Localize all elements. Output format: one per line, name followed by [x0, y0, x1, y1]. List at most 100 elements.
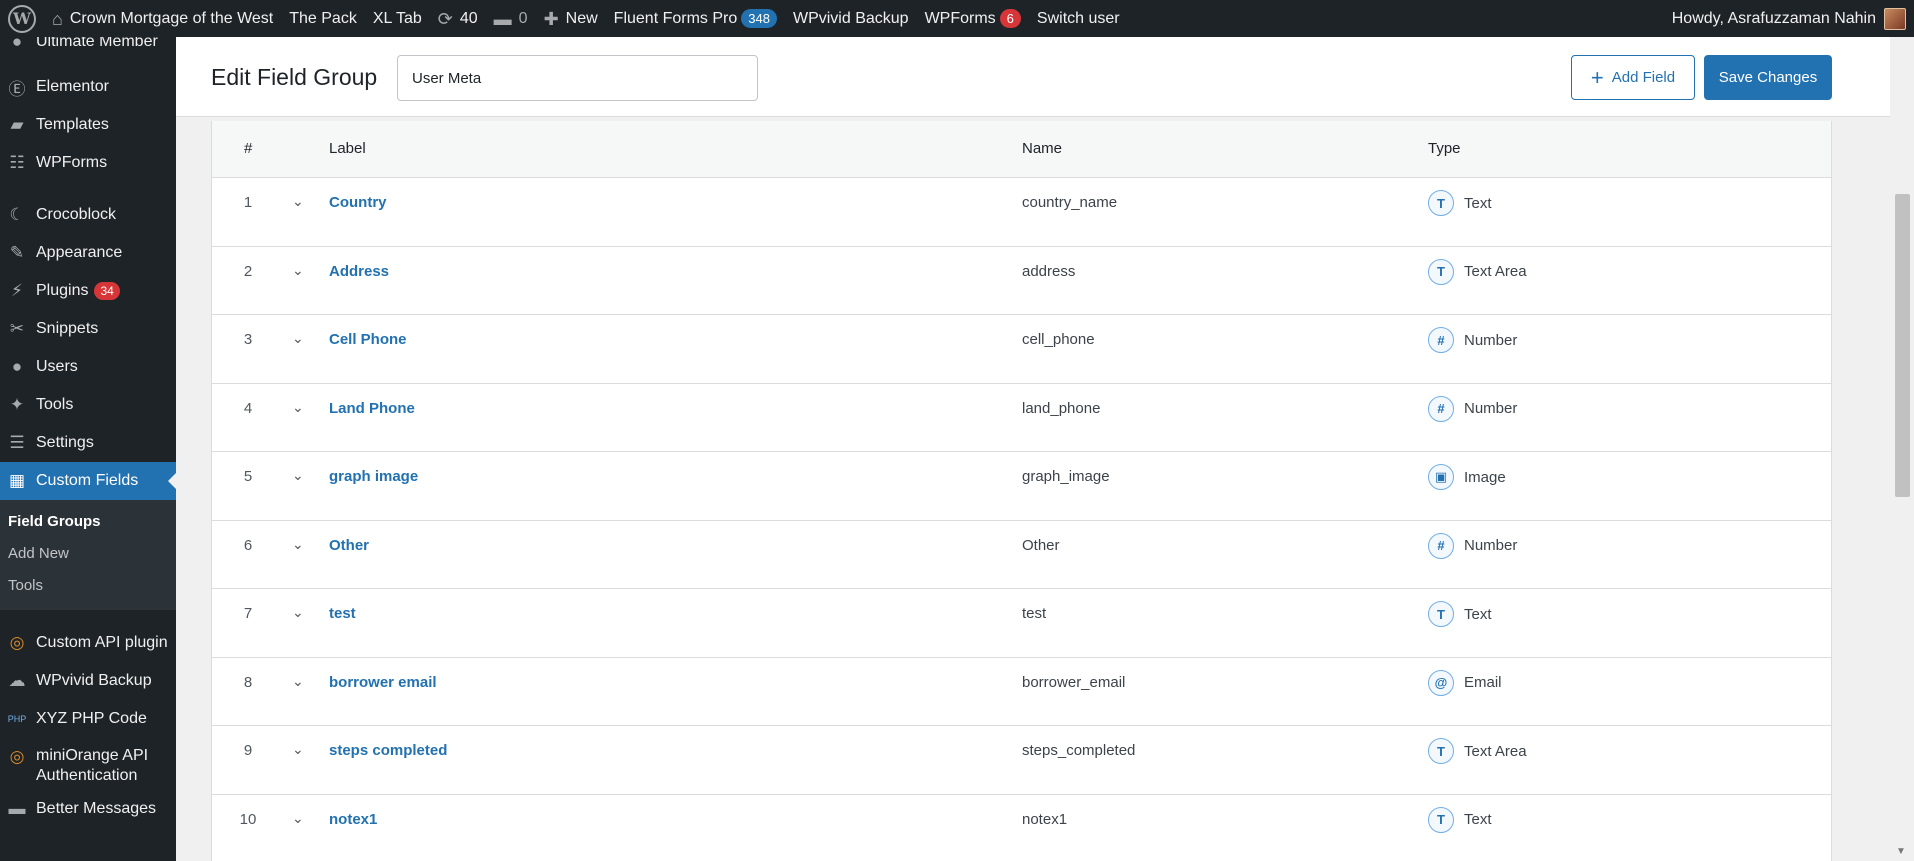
add-field-button[interactable]: + Add Field: [1571, 55, 1695, 100]
wp-logo-menu[interactable]: W: [0, 0, 44, 37]
sidebar-item-settings[interactable]: ☰ Settings: [0, 424, 176, 462]
sidebar-item-label: Settings: [36, 434, 94, 451]
elementor-icon: Ⓔ: [8, 79, 26, 99]
table-row[interactable]: 1 ⌄ Country country_name T Text: [212, 178, 1831, 247]
table-row[interactable]: 4 ⌄ Land Phone land_phone # Number: [212, 384, 1831, 452]
wpvivid-link[interactable]: WPvivid Backup: [785, 0, 917, 37]
sidebar-item-users[interactable]: ● Users: [0, 348, 176, 386]
field-type: # Number: [1428, 327, 1517, 353]
submenu-add-new[interactable]: Add New: [0, 538, 176, 570]
sidebar-item-plugins[interactable]: ⚡ Plugins 34: [0, 272, 176, 310]
chevron-down-icon[interactable]: ⌄: [292, 467, 304, 484]
new-content-link[interactable]: ✚ New: [536, 0, 606, 37]
sidebar-item-label: Tools: [36, 396, 74, 413]
fluent-forms-count-badge: 348: [741, 9, 777, 28]
sidebar-item-crocoblock[interactable]: ☾ Crocoblock: [0, 196, 176, 234]
field-type-icon: T: [1428, 601, 1454, 627]
sidebar-item-wpforms[interactable]: ☷ WPForms: [0, 144, 176, 182]
sidebar-item-miniorange[interactable]: ◎ miniOrange API Authentication: [0, 738, 176, 790]
sidebar-item-xyz-php-code[interactable]: PHP XYZ PHP Code: [0, 700, 176, 738]
sidebar-item-templates[interactable]: ▰ Templates: [0, 106, 176, 144]
chevron-down-icon[interactable]: ⌄: [292, 262, 304, 279]
fluent-forms-link[interactable]: Fluent Forms Pro 348: [606, 0, 785, 37]
sidebar-item-custom-fields[interactable]: ▦ Custom Fields: [0, 462, 176, 500]
sidebar-item-label: miniOrange API Authentication: [36, 747, 149, 784]
field-type-icon: T: [1428, 806, 1454, 833]
site-name-link[interactable]: ⌂ Crown Mortgage of the West: [44, 0, 281, 37]
the-pack-link[interactable]: The Pack: [281, 0, 365, 37]
comments-link[interactable]: ▬ 0: [486, 0, 536, 37]
sidebar-item-wpvivid-backup[interactable]: ☁ WPvivid Backup: [0, 662, 176, 700]
table-row[interactable]: 2 ⌄ Address address T Text Area: [212, 247, 1831, 315]
the-pack-label: The Pack: [289, 9, 357, 27]
table-row[interactable]: 5 ⌄ graph image graph_image ▣ Image: [212, 452, 1831, 521]
chevron-down-icon[interactable]: ⌄: [292, 536, 304, 553]
chevron-down-icon[interactable]: ⌄: [292, 810, 304, 827]
updates-count: 40: [459, 9, 478, 27]
chevron-down-icon[interactable]: ⌄: [292, 673, 304, 690]
field-label-link[interactable]: Other: [329, 537, 369, 554]
sidebar-item-snippets[interactable]: ✂ Snippets: [0, 310, 176, 348]
save-changes-button[interactable]: Save Changes: [1704, 55, 1832, 100]
howdy-text: Howdy, Asrafuzzaman Nahin: [1671, 9, 1876, 27]
scroll-down-icon[interactable]: ▼: [1896, 846, 1906, 857]
sidebar-item-label: Custom Fields: [36, 472, 139, 489]
field-label-link[interactable]: Cell Phone: [329, 331, 407, 348]
home-icon: ⌂: [52, 8, 63, 29]
sidebar-item-custom-api-plugin[interactable]: ◎ Custom API plugin: [0, 624, 176, 662]
plus-icon: +: [1590, 64, 1604, 90]
field-label-link[interactable]: notex1: [329, 811, 377, 828]
sidebar-item-better-messages[interactable]: ▬ Better Messages: [0, 790, 176, 828]
submenu-field-groups[interactable]: Field Groups: [0, 506, 176, 538]
field-type-icon: #: [1428, 327, 1454, 353]
field-name: notex1: [1022, 810, 1068, 828]
chevron-down-icon[interactable]: ⌄: [292, 330, 304, 347]
my-account-menu[interactable]: Howdy, Asrafuzzaman Nahin: [1671, 7, 1914, 30]
field-type-icon: @: [1428, 669, 1454, 696]
field-label-link[interactable]: Address: [329, 263, 389, 280]
col-num-header: #: [244, 140, 253, 157]
table-row[interactable]: 7 ⌄ test test T Text: [212, 589, 1831, 658]
wpforms-link[interactable]: WPForms 6: [917, 0, 1029, 37]
field-label-link[interactable]: Land Phone: [329, 400, 415, 417]
table-row[interactable]: 9 ⌄ steps completed steps_completed T Text Ar…: [212, 726, 1831, 795]
field-group-title-input[interactable]: [397, 55, 758, 101]
field-type: T Text: [1428, 190, 1492, 216]
php-icon: PHP: [7, 714, 27, 724]
scissors-icon: ✂: [9, 319, 25, 338]
table-row[interactable]: 8 ⌄ borrower email borrower_email @ Email: [212, 658, 1831, 726]
chevron-down-icon[interactable]: ⌄: [292, 741, 304, 758]
field-type-icon: #: [1428, 532, 1454, 559]
sidebar-item-tools[interactable]: ✦ Tools: [0, 386, 176, 424]
field-label-link[interactable]: Country: [329, 194, 387, 211]
table-row[interactable]: 6 ⌄ Other Other # Number: [212, 521, 1831, 589]
field-label-link[interactable]: test: [329, 605, 356, 622]
fluent-forms-label: Fluent Forms Pro: [613, 9, 738, 27]
field-label-link[interactable]: graph image: [329, 468, 418, 485]
field-name: graph_image: [1022, 468, 1110, 485]
sidebar-item-label: WPvivid Backup: [36, 672, 152, 689]
field-order-number: 8: [243, 673, 253, 691]
table-row[interactable]: 10 ⌄ notex1 notex1 T Text: [212, 795, 1831, 861]
updates-link[interactable]: ⟳ 40: [430, 0, 486, 37]
field-label-link[interactable]: borrower email: [329, 674, 437, 691]
page-scrollbar[interactable]: ▼: [1890, 37, 1914, 861]
field-label-link[interactable]: steps completed: [329, 742, 447, 759]
chevron-down-icon[interactable]: ⌄: [292, 604, 304, 621]
submenu-tools[interactable]: Tools: [0, 570, 176, 602]
sidebar-item-appearance[interactable]: ✎ Appearance: [0, 234, 176, 272]
field-name: land_phone: [1022, 399, 1101, 417]
chevron-down-icon[interactable]: ⌄: [292, 399, 304, 416]
field-name: Other: [1022, 536, 1060, 554]
chevron-down-icon[interactable]: ⌄: [292, 193, 304, 210]
add-field-label: Add Field: [1611, 69, 1676, 86]
table-row[interactable]: 3 ⌄ Cell Phone cell_phone # Number: [212, 315, 1831, 384]
xl-tab-link[interactable]: XL Tab: [365, 0, 430, 37]
field-type: T Text Area: [1428, 738, 1527, 764]
scrollbar-thumb[interactable]: [1895, 194, 1910, 497]
switch-user-link[interactable]: Switch user: [1029, 0, 1128, 37]
field-type: # Number: [1428, 395, 1517, 422]
sidebar-item-ultimate-member[interactable]: ● Ultimate Member: [0, 37, 176, 54]
wrench-icon: ✦: [9, 395, 25, 414]
sidebar-item-elementor[interactable]: Ⓔ Elementor: [0, 68, 176, 106]
